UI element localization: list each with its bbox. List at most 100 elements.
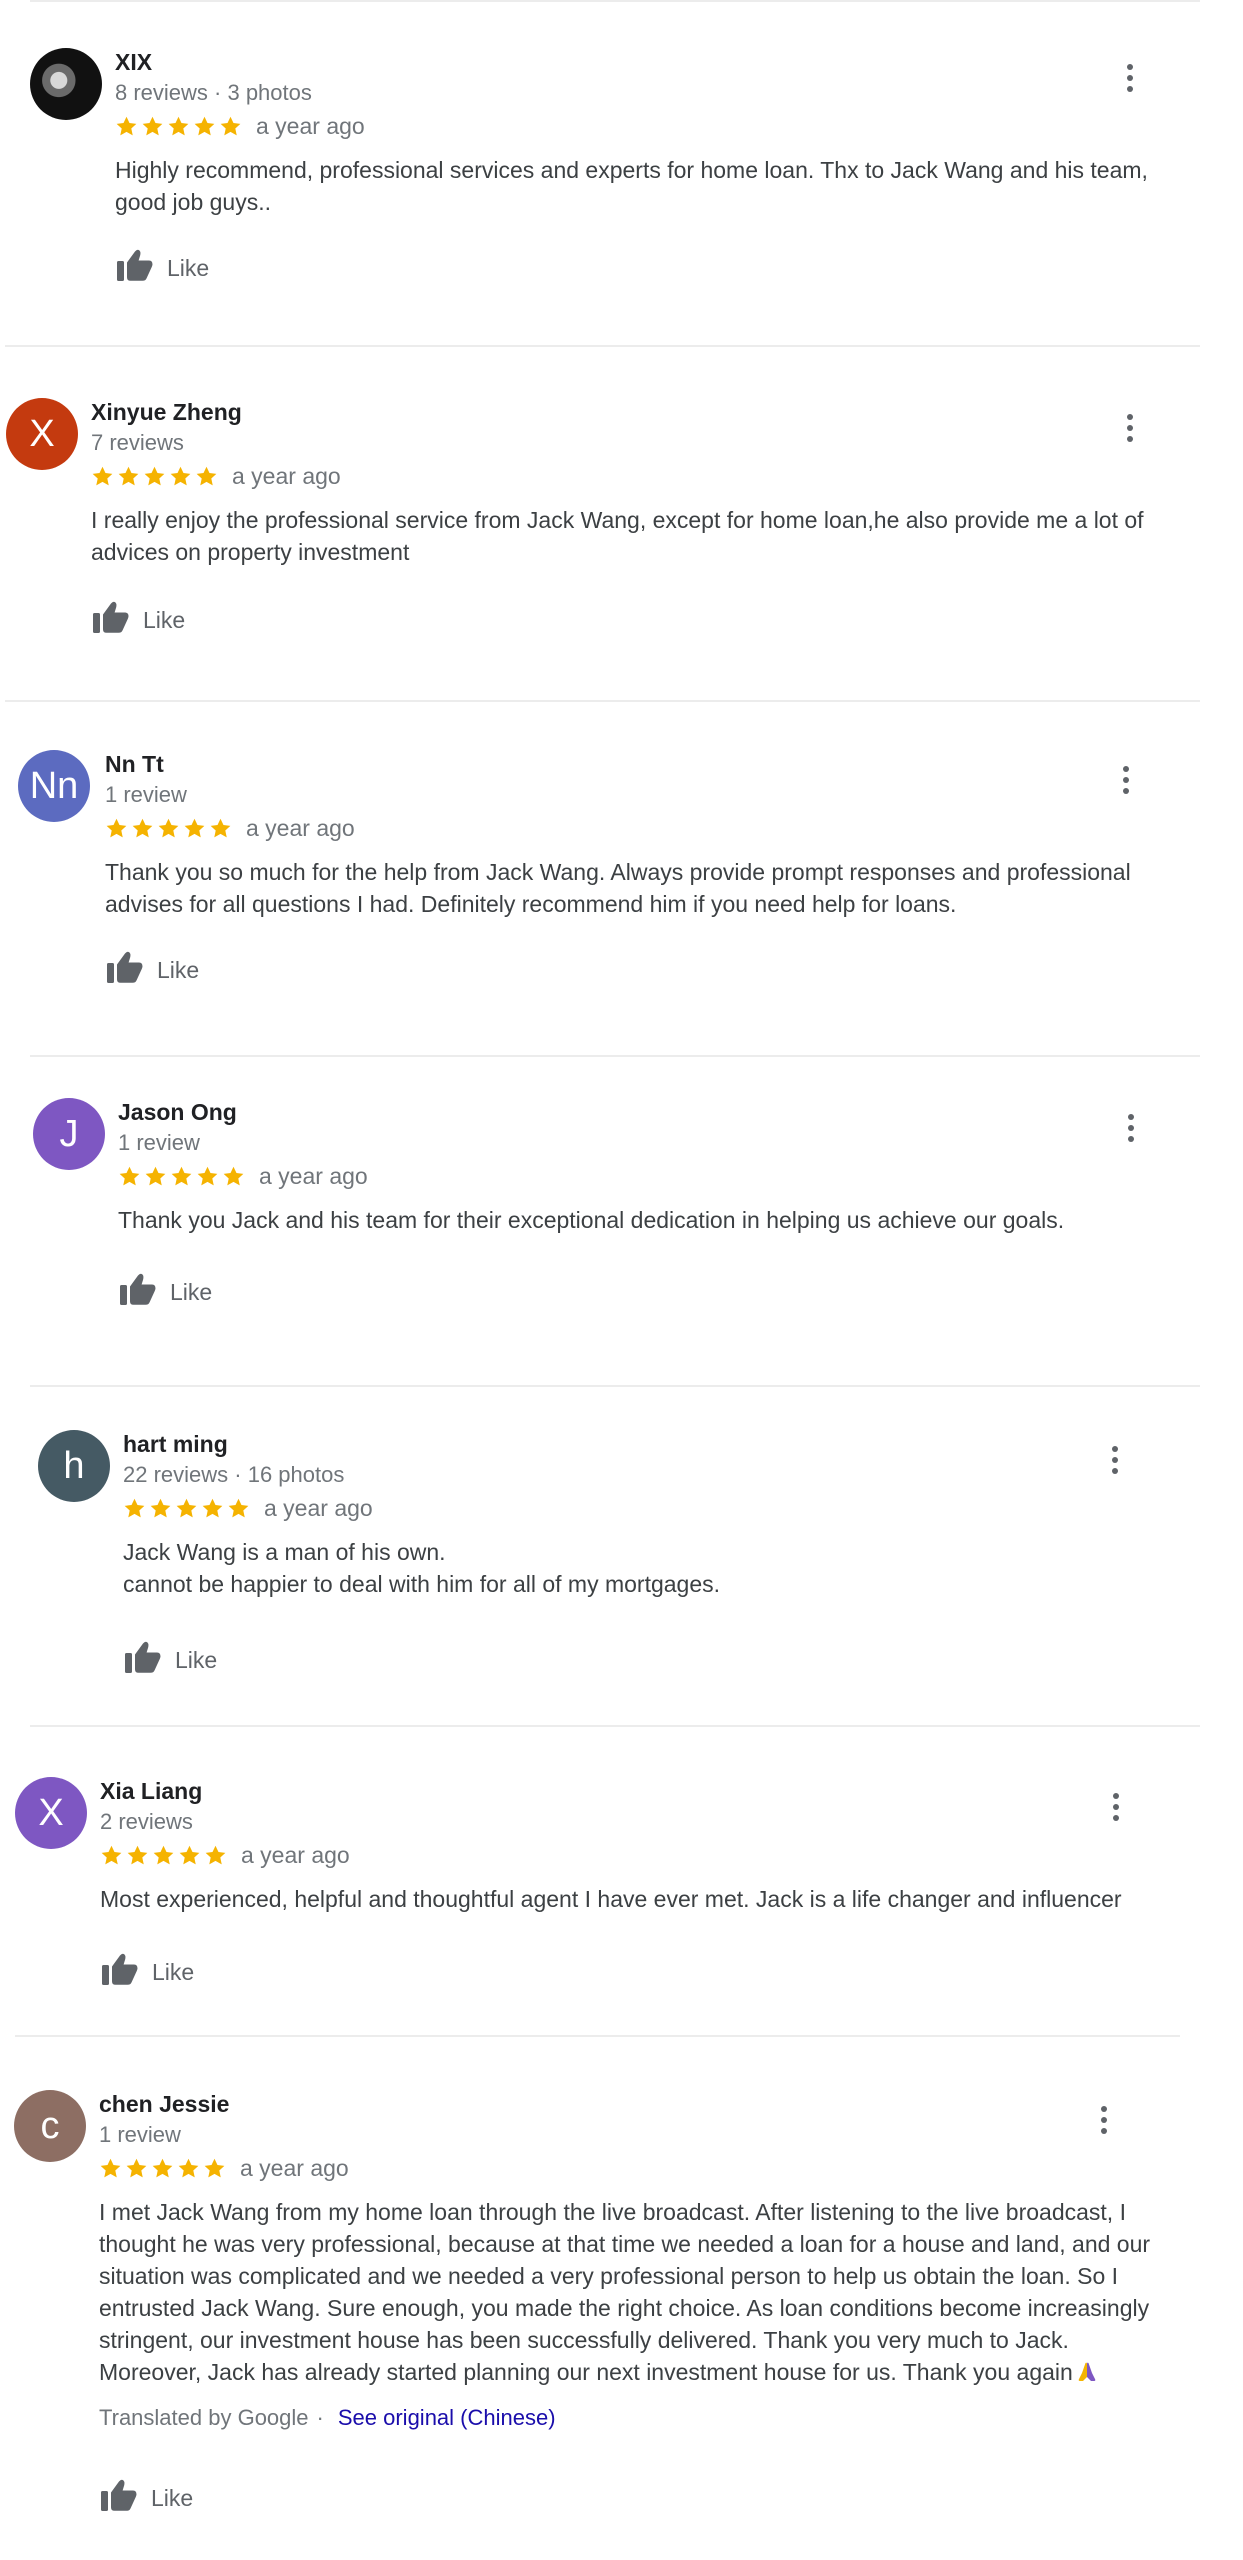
star-icon [222, 1165, 245, 1188]
star-icon [152, 1844, 175, 1867]
reviewer-meta[interactable]: 8 reviews · 3 photos [115, 79, 312, 107]
star-icon [131, 817, 154, 840]
divider [30, 0, 1200, 2]
star-icon [117, 465, 140, 488]
review-text-content: Thank you Jack and his team for their ex… [118, 1207, 1065, 1233]
star-icon [149, 1497, 172, 1520]
reviewer-name[interactable]: Xinyue Zheng [91, 398, 242, 426]
star-icon [219, 115, 242, 138]
more-options-icon[interactable] [1089, 2100, 1119, 2140]
divider [30, 1725, 1200, 1727]
review-text-content: Most experienced, helpful and thoughtful… [100, 1886, 1122, 1912]
star-icon [99, 2157, 122, 2180]
like-label: Like [170, 1278, 213, 1305]
review-text: Jack Wang is a man of his own. cannot be… [123, 1536, 720, 1600]
like-button[interactable]: Like [100, 1952, 194, 1992]
star-rating [105, 817, 232, 840]
more-options-icon[interactable] [1115, 58, 1145, 98]
review-text: Highly recommend, professional services … [115, 154, 1148, 218]
star-rating [123, 1497, 250, 1520]
review-text-content: I really enjoy the professional service … [91, 507, 1144, 565]
star-icon [193, 115, 216, 138]
review-text-content: Thank you so much for the help from Jack… [105, 859, 1131, 917]
thumbs-up-icon [123, 1637, 163, 1683]
star-icon [125, 2157, 148, 2180]
reviewer-meta[interactable]: 1 review [118, 1129, 200, 1157]
star-icon [91, 465, 114, 488]
review-text: I met Jack Wang from my home loan throug… [99, 2196, 1150, 2388]
star-rating [100, 1844, 227, 1867]
divider [15, 2035, 1180, 2037]
thumbs-up-icon [105, 947, 145, 993]
thumbs-up-icon [118, 1269, 158, 1315]
avatar[interactable]: Nn [18, 750, 90, 822]
rating-row: a year ago [105, 813, 355, 843]
reviewer-meta[interactable]: 1 review [105, 781, 187, 809]
review-text-content: I met Jack Wang from my home loan throug… [99, 2199, 1151, 2385]
thumbs-up-icon [99, 2475, 139, 2521]
star-icon [118, 1165, 141, 1188]
reviewer-name[interactable]: XIX [115, 48, 152, 76]
rating-row: a year ago [115, 111, 365, 141]
reviewer-meta[interactable]: 7 reviews [91, 429, 184, 457]
review-text: Thank you so much for the help from Jack… [105, 856, 1131, 920]
like-button[interactable]: Like [105, 950, 199, 990]
star-icon [196, 1165, 219, 1188]
like-button[interactable]: Like [118, 1272, 212, 1312]
reviewer-name[interactable]: Jason Ong [118, 1098, 237, 1126]
like-button[interactable]: Like [99, 2478, 193, 2518]
star-icon [126, 1844, 149, 1867]
more-options-icon[interactable] [1115, 408, 1145, 448]
star-icon [227, 1497, 250, 1520]
review-date: a year ago [259, 1162, 368, 1189]
more-options-icon[interactable] [1116, 1108, 1146, 1148]
review-date: a year ago [241, 1841, 350, 1868]
like-button[interactable]: Like [91, 600, 185, 640]
star-icon [201, 1497, 224, 1520]
like-label: Like [151, 2484, 194, 2511]
see-original-link[interactable]: See original (Chinese) [338, 2405, 556, 2430]
rating-row: a year ago [91, 461, 341, 491]
reviewer-meta[interactable]: 1 review [99, 2121, 181, 2149]
review-date: a year ago [246, 814, 355, 841]
reviewer-name[interactable]: hart ming [123, 1430, 228, 1458]
star-icon [141, 115, 164, 138]
translated-label: Translated by Google [99, 2405, 309, 2430]
avatar[interactable]: c [14, 2090, 86, 2162]
like-label: Like [175, 1646, 218, 1673]
more-options-icon[interactable] [1100, 1440, 1130, 1480]
rating-row: a year ago [99, 2153, 349, 2183]
star-icon [169, 465, 192, 488]
like-button[interactable]: Like [115, 248, 209, 288]
like-button[interactable]: Like [123, 1640, 217, 1680]
avatar[interactable]: X [15, 1777, 87, 1849]
avatar[interactable]: J [33, 1098, 105, 1170]
reviewer-meta[interactable]: 2 reviews [100, 1808, 193, 1836]
review-text: Most experienced, helpful and thoughtful… [100, 1883, 1122, 1915]
reviewer-meta[interactable]: 22 reviews · 16 photos [123, 1461, 344, 1489]
review-text: Thank you Jack and his team for their ex… [118, 1204, 1064, 1236]
reviewer-name[interactable]: chen Jessie [99, 2090, 229, 2118]
divider [5, 345, 1200, 347]
avatar[interactable]: h [38, 1430, 110, 1502]
separator-dot: · [316, 2405, 324, 2430]
avatar[interactable]: X [6, 398, 78, 470]
star-rating [91, 465, 218, 488]
reviewer-name[interactable]: Xia Liang [100, 1777, 202, 1805]
more-options-icon[interactable] [1111, 760, 1141, 800]
thumbs-up-icon [115, 245, 155, 291]
review-text-content: Jack Wang is a man of his own. cannot be… [123, 1539, 721, 1597]
review-date: a year ago [264, 1494, 373, 1521]
like-label: Like [143, 606, 186, 633]
more-options-icon[interactable] [1101, 1787, 1131, 1827]
star-rating [115, 115, 242, 138]
rating-row: a year ago [118, 1161, 368, 1191]
star-icon [144, 1165, 167, 1188]
review-date: a year ago [256, 112, 365, 139]
divider [30, 1385, 1200, 1387]
reviewer-name[interactable]: Nn Tt [105, 750, 164, 778]
avatar[interactable] [30, 48, 102, 120]
divider [5, 700, 1200, 702]
like-label: Like [152, 1958, 195, 1985]
star-rating [118, 1165, 245, 1188]
